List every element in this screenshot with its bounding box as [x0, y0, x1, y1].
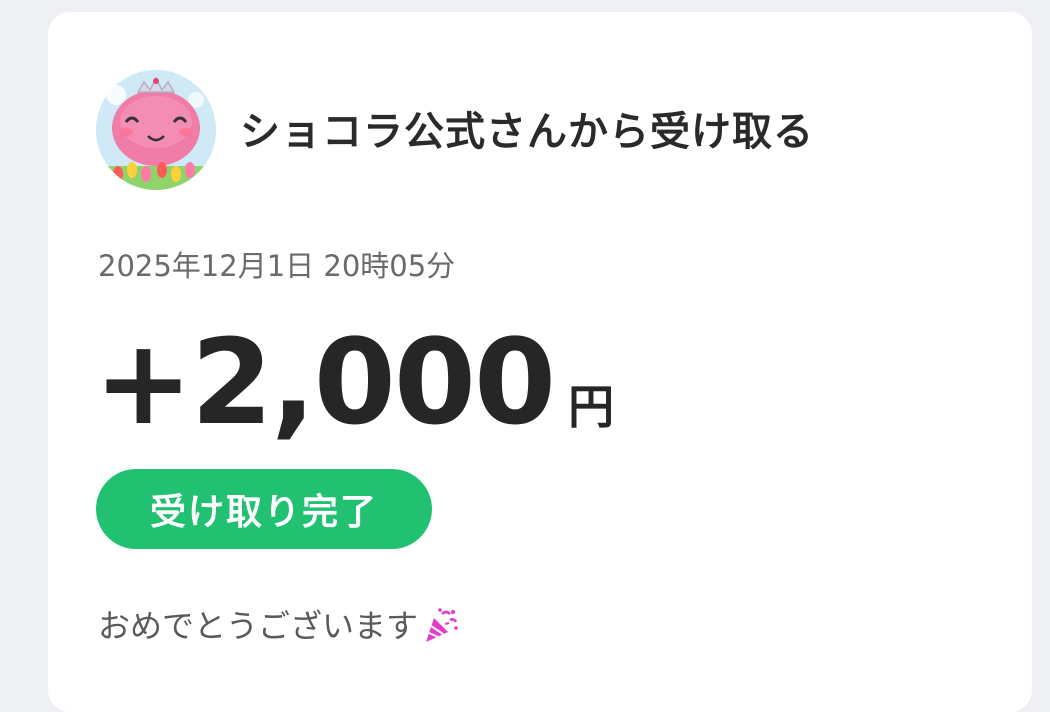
- sender-title: ショコラ公式さんから受け取る: [240, 109, 814, 155]
- avatar-image: [96, 70, 216, 190]
- transfer-datetime: 2025年12月1日 20時05分: [98, 249, 456, 283]
- transfer-message: おめでとうございます: [98, 604, 460, 648]
- transfer-card: ショコラ公式さんから受け取る 2025年12月1日 20時05分 +2,000 円…: [48, 12, 1032, 712]
- amount-display: +2,000 円: [94, 312, 614, 452]
- status-badge: 受け取り完了: [96, 469, 432, 549]
- amount-value: +2,000: [94, 313, 556, 451]
- currency-unit: 円: [568, 380, 615, 434]
- message-text: おめでとうございます: [98, 607, 419, 645]
- party-popper-icon: [420, 606, 460, 646]
- status-label: 受け取り完了: [149, 492, 378, 533]
- sender-avatar[interactable]: [96, 70, 216, 190]
